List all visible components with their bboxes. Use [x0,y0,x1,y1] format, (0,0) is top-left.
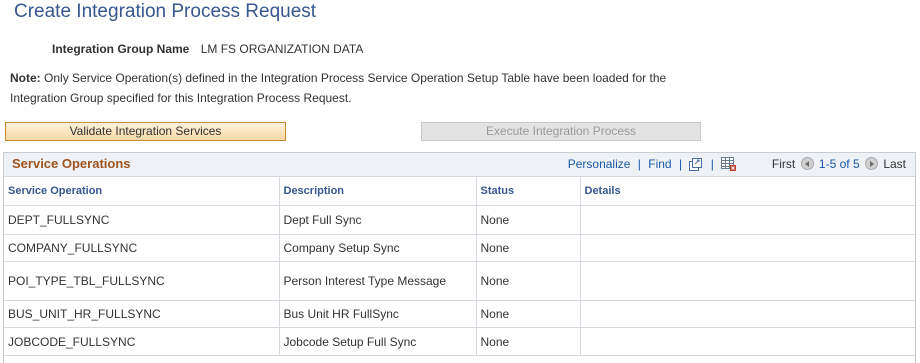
column-header-details[interactable]: Details [580,177,915,206]
note-label: Note: [10,71,41,85]
execute-integration-process-button[interactable]: Execute Integration Process [421,122,701,141]
next-page-icon[interactable] [864,157,878,170]
toolbar-separator: | [678,157,683,171]
cell-status: None [476,300,581,328]
table-header-row: Service Operation Description Status Det… [4,177,915,206]
cell-service-operation: POI_TYPE_TBL_FULLSYNC [4,261,280,301]
column-header-service-operation[interactable]: Service Operation [4,177,280,206]
toolbar-separator: | [637,157,641,171]
personalize-link[interactable]: Personalize [568,157,631,171]
integration-group-label: Integration Group Name [52,42,190,56]
cell-description: Person Interest Type Message [279,261,477,301]
cell-service-operation: BUS_UNIT_HR_FULLSYNC [4,300,280,328]
table-row: BUS_UNIT_HR_FULLSYNC Bus Unit HR FullSyn… [4,300,915,328]
service-operations-grid: Service Operations Personalize | Find | … [3,152,916,363]
integration-group-field: Integration Group Name LM FS ORGANIZATIO… [52,41,363,57]
grid-header: Service Operations Personalize | Find | … [4,153,915,177]
table-row: COMPANY_FULLSYNC Company Setup Sync None [4,234,915,262]
download-excel-icon[interactable] [721,157,737,175]
grid-title: Service Operations [12,156,131,171]
integration-group-value: LM FS ORGANIZATION DATA [200,42,364,56]
view-all-icon[interactable] [689,158,703,175]
page-title: Create Integration Process Request [14,1,317,22]
toolbar-separator: | [710,157,714,171]
grid-toolbar: Personalize | Find | | First 1-5 of 5 La… [568,157,906,175]
previous-page-icon[interactable] [800,157,814,170]
cell-status: None [476,327,581,356]
row-range: 1-5 of 5 [818,157,860,171]
cell-details [580,205,915,235]
cell-service-operation: COMPANY_FULLSYNC [4,234,280,262]
cell-description: Dept Full Sync [279,205,477,235]
cell-description: Jobcode Setup Full Sync [279,327,477,356]
table-row: JOBCODE_FULLSYNC Jobcode Setup Full Sync… [4,327,915,356]
table-row: DEPT_FULLSYNC Dept Full Sync None [4,205,915,235]
validate-integration-services-button[interactable]: Validate Integration Services [5,122,286,141]
first-page-label: First [771,157,796,171]
cell-status: None [476,205,581,235]
cell-service-operation: JOBCODE_FULLSYNC [4,327,280,356]
table-row: POI_TYPE_TBL_FULLSYNC Person Interest Ty… [4,261,915,301]
column-header-description[interactable]: Description [279,177,477,206]
cell-service-operation: DEPT_FULLSYNC [4,205,280,235]
cell-details [580,234,915,262]
cell-status: None [476,261,581,301]
cell-description: Company Setup Sync [279,234,477,262]
column-header-status[interactable]: Status [476,177,581,206]
cell-details [580,261,915,301]
cell-details [580,327,915,356]
cell-status: None [476,234,581,262]
service-operations-table: Service Operation Description Status Det… [4,177,915,356]
find-link[interactable]: Find [648,157,671,171]
note-body: Only Service Operation(s) defined in the… [10,71,667,105]
last-page-label: Last [883,157,906,171]
cell-details [580,300,915,328]
cell-description: Bus Unit HR FullSync [279,300,477,328]
note-text: Note: Only Service Operation(s) defined … [10,68,710,108]
